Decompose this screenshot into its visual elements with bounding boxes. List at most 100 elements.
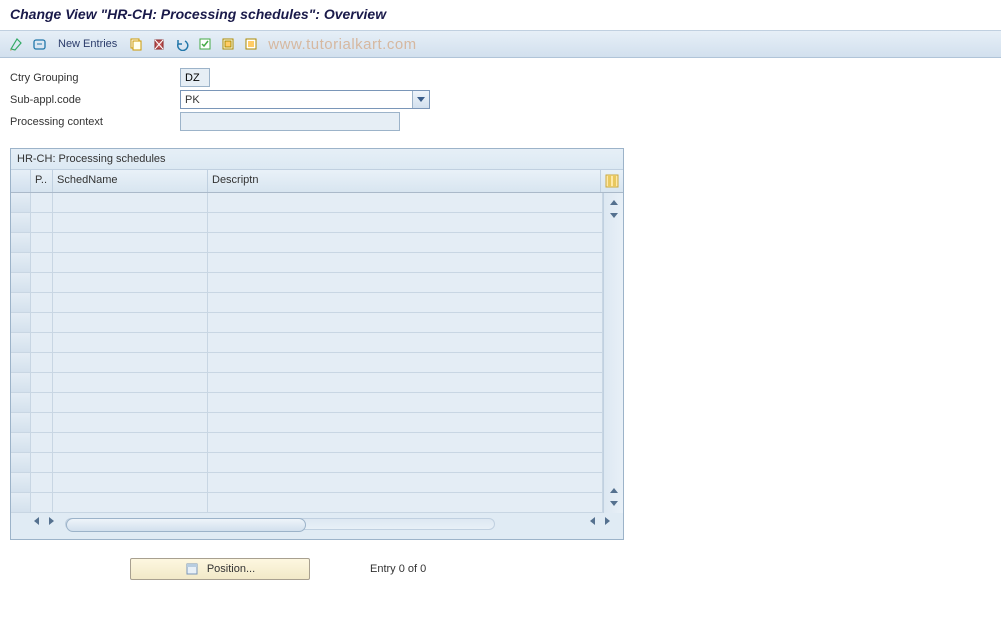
table-row[interactable]	[11, 433, 603, 453]
row-select[interactable]	[11, 253, 31, 272]
cell-p[interactable]	[31, 453, 53, 472]
scroll-up-icon[interactable]	[607, 195, 621, 209]
select-block-icon[interactable]	[218, 34, 238, 54]
table-row[interactable]	[11, 493, 603, 513]
row-select[interactable]	[11, 233, 31, 252]
position-button[interactable]: Position...	[130, 558, 310, 580]
scroll-down-icon[interactable]	[607, 209, 621, 223]
table-row[interactable]	[11, 313, 603, 333]
cell-p[interactable]	[31, 293, 53, 312]
table-row[interactable]	[11, 193, 603, 213]
cell-p[interactable]	[31, 273, 53, 292]
cell-p[interactable]	[31, 373, 53, 392]
hscroll-left2-icon[interactable]	[589, 517, 601, 531]
cell-schedname[interactable]	[53, 453, 208, 472]
col-select[interactable]	[11, 170, 31, 192]
cell-schedname[interactable]	[53, 393, 208, 412]
other-view-icon[interactable]	[29, 34, 49, 54]
row-select[interactable]	[11, 453, 31, 472]
subappl-select[interactable]: PK	[180, 90, 430, 109]
cell-description[interactable]	[208, 333, 603, 352]
cell-p[interactable]	[31, 433, 53, 452]
cell-p[interactable]	[31, 253, 53, 272]
cell-schedname[interactable]	[53, 473, 208, 492]
cell-schedname[interactable]	[53, 293, 208, 312]
undo-icon[interactable]	[172, 34, 192, 54]
cell-p[interactable]	[31, 193, 53, 212]
table-row[interactable]	[11, 233, 603, 253]
scroll-down2-icon[interactable]	[607, 497, 621, 511]
row-select[interactable]	[11, 433, 31, 452]
row-select[interactable]	[11, 493, 31, 512]
col-description[interactable]: Descriptn	[208, 170, 601, 192]
hscroll-track[interactable]	[65, 518, 495, 530]
cell-schedname[interactable]	[53, 493, 208, 512]
new-entries-button[interactable]: New Entries	[58, 38, 117, 50]
row-select[interactable]	[11, 313, 31, 332]
cell-description[interactable]	[208, 413, 603, 432]
row-select[interactable]	[11, 393, 31, 412]
deselect-all-icon[interactable]	[241, 34, 261, 54]
table-row[interactable]	[11, 333, 603, 353]
cell-schedname[interactable]	[53, 273, 208, 292]
cell-description[interactable]	[208, 293, 603, 312]
cell-description[interactable]	[208, 213, 603, 232]
table-config-icon[interactable]	[601, 170, 623, 192]
hscroll-left-icon[interactable]	[33, 517, 45, 531]
procctx-field[interactable]	[180, 112, 400, 131]
cell-schedname[interactable]	[53, 213, 208, 232]
horizontal-scrollbar[interactable]	[11, 513, 623, 539]
cell-schedname[interactable]	[53, 333, 208, 352]
cell-schedname[interactable]	[53, 373, 208, 392]
cell-p[interactable]	[31, 473, 53, 492]
table-row[interactable]	[11, 293, 603, 313]
table-row[interactable]	[11, 353, 603, 373]
row-select[interactable]	[11, 333, 31, 352]
table-row[interactable]	[11, 473, 603, 493]
toggle-display-icon[interactable]	[6, 34, 26, 54]
col-p[interactable]: P..	[31, 170, 53, 192]
cell-p[interactable]	[31, 213, 53, 232]
select-all-icon[interactable]	[195, 34, 215, 54]
cell-schedname[interactable]	[53, 193, 208, 212]
cell-p[interactable]	[31, 233, 53, 252]
cell-schedname[interactable]	[53, 353, 208, 372]
cell-schedname[interactable]	[53, 433, 208, 452]
row-select[interactable]	[11, 213, 31, 232]
hscroll-right-icon[interactable]	[49, 517, 61, 531]
table-row[interactable]	[11, 253, 603, 273]
table-row[interactable]	[11, 373, 603, 393]
cell-description[interactable]	[208, 453, 603, 472]
cell-p[interactable]	[31, 493, 53, 512]
cell-description[interactable]	[208, 473, 603, 492]
cell-p[interactable]	[31, 353, 53, 372]
table-row[interactable]	[11, 453, 603, 473]
cell-description[interactable]	[208, 433, 603, 452]
cell-p[interactable]	[31, 333, 53, 352]
cell-schedname[interactable]	[53, 233, 208, 252]
delete-icon[interactable]	[149, 34, 169, 54]
table-row[interactable]	[11, 413, 603, 433]
table-row[interactable]	[11, 273, 603, 293]
cell-description[interactable]	[208, 233, 603, 252]
cell-p[interactable]	[31, 313, 53, 332]
row-select[interactable]	[11, 473, 31, 492]
col-schedname[interactable]: SchedName	[53, 170, 208, 192]
row-select[interactable]	[11, 293, 31, 312]
vertical-scrollbar[interactable]	[603, 193, 623, 513]
row-select[interactable]	[11, 193, 31, 212]
cell-schedname[interactable]	[53, 313, 208, 332]
cell-description[interactable]	[208, 253, 603, 272]
table-row[interactable]	[11, 213, 603, 233]
cell-schedname[interactable]	[53, 413, 208, 432]
cell-description[interactable]	[208, 353, 603, 372]
cell-description[interactable]	[208, 373, 603, 392]
cell-description[interactable]	[208, 193, 603, 212]
table-row[interactable]	[11, 393, 603, 413]
copy-icon[interactable]	[126, 34, 146, 54]
row-select[interactable]	[11, 273, 31, 292]
cell-p[interactable]	[31, 393, 53, 412]
row-select[interactable]	[11, 353, 31, 372]
cell-schedname[interactable]	[53, 253, 208, 272]
cell-p[interactable]	[31, 413, 53, 432]
